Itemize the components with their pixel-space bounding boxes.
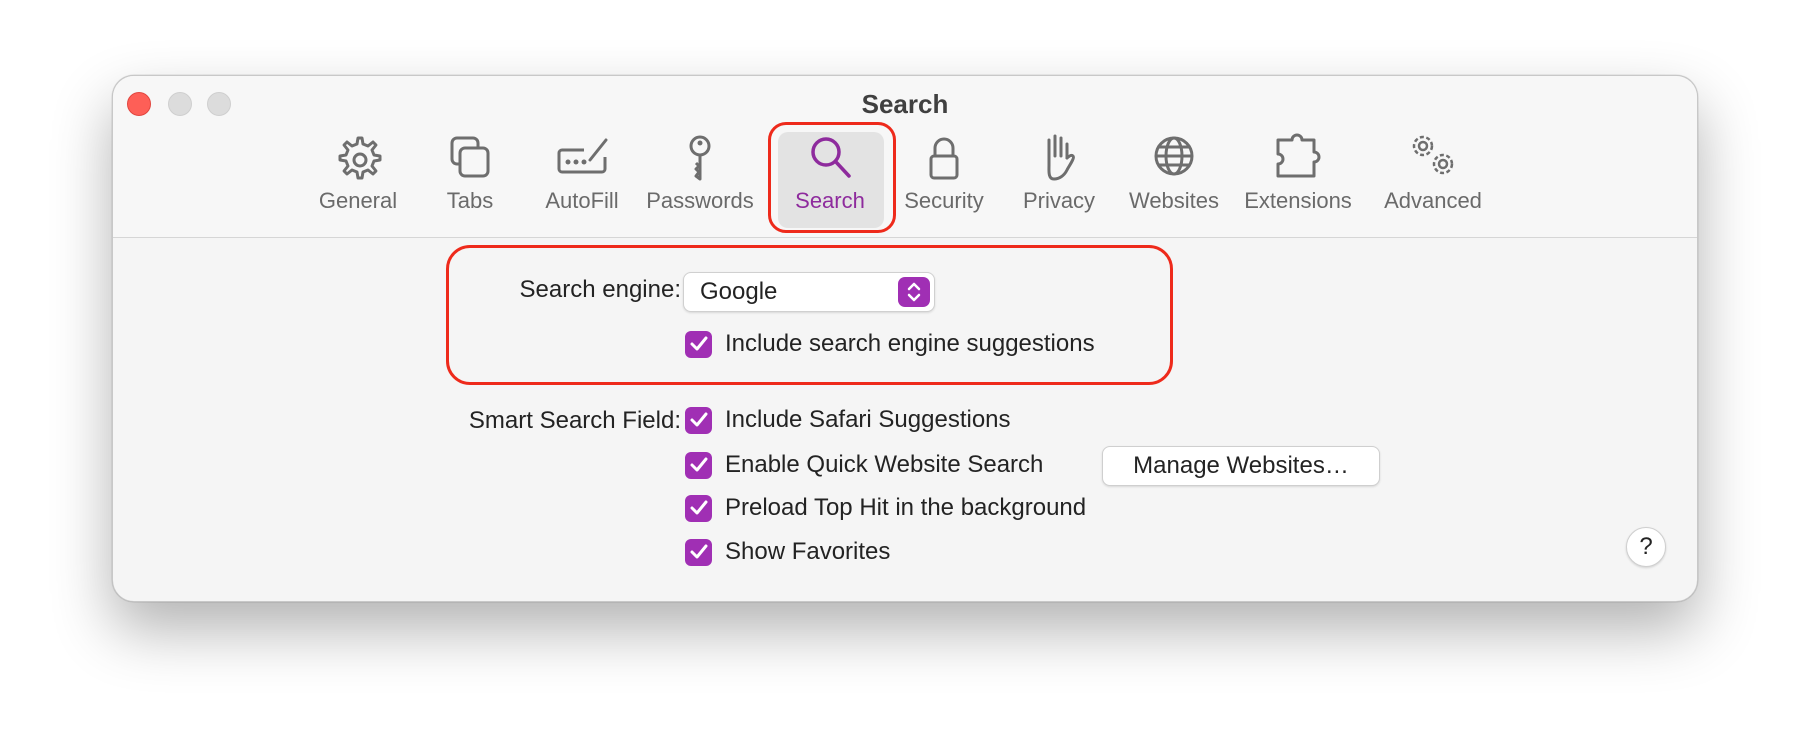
preload-top-hit-option[interactable]: Preload Top Hit in the background	[685, 492, 1086, 524]
checkbox-label: Show Favorites	[725, 538, 891, 565]
checkmark-icon	[690, 457, 707, 472]
highlight-search-engine-group	[446, 245, 1173, 385]
tab-privacy[interactable]: Privacy	[999, 124, 1119, 234]
tab-label: Tabs	[446, 188, 494, 213]
globe-icon	[1154, 136, 1194, 176]
tab-label: Security	[904, 188, 984, 213]
tab-general[interactable]: General	[298, 124, 418, 234]
highlight-search-tab	[768, 122, 896, 233]
gears-icon	[1412, 135, 1454, 175]
lock-icon	[929, 137, 959, 180]
checkmark-icon	[690, 412, 707, 427]
tab-label: Websites	[1128, 188, 1220, 213]
checkmark-icon	[690, 544, 707, 559]
tab-security[interactable]: Security	[884, 124, 1004, 234]
tabs-icon	[450, 136, 490, 178]
gear-icon	[338, 136, 382, 180]
tab-label: Extensions	[1244, 188, 1352, 213]
checkbox[interactable]	[685, 406, 712, 434]
manage-websites-button[interactable]: Manage Websites…	[1102, 446, 1380, 486]
checkbox-label: Preload Top Hit in the background	[725, 494, 1087, 521]
key-icon	[689, 135, 711, 181]
tab-advanced[interactable]: Advanced	[1373, 124, 1493, 234]
checkbox[interactable]	[685, 538, 712, 566]
checkbox[interactable]	[685, 494, 712, 522]
quick-website-search-option[interactable]: Enable Quick Website Search	[685, 449, 1043, 481]
hand-icon	[1047, 134, 1075, 181]
show-favorites-option[interactable]: Show Favorites	[685, 536, 890, 568]
checkbox[interactable]	[685, 451, 712, 479]
tab-tabs[interactable]: Tabs	[410, 124, 530, 234]
tab-label: Passwords	[646, 188, 754, 213]
window-title: Search	[861, 89, 949, 119]
tab-label: AutoFill	[545, 188, 619, 213]
checkbox-label: Enable Quick Website Search	[725, 451, 1044, 478]
tab-extensions[interactable]: Extensions	[1238, 124, 1358, 234]
smart-search-field-label: Smart Search Field:	[468, 407, 681, 434]
autofill-icon	[557, 138, 608, 174]
tab-websites[interactable]: Websites	[1114, 124, 1234, 234]
toolbar: Search General Tabs AutoFill Passwords S…	[113, 76, 1697, 238]
checkmark-icon	[690, 500, 707, 515]
tab-label: General	[318, 188, 398, 213]
help-button[interactable]: ?	[1626, 527, 1666, 567]
tab-autofill[interactable]: AutoFill	[522, 124, 642, 234]
tab-passwords[interactable]: Passwords	[640, 124, 760, 234]
tab-label: Advanced	[1384, 188, 1482, 213]
tab-label: Privacy	[1022, 188, 1096, 213]
preferences-window: Search General Tabs AutoFill Passwords S…	[112, 75, 1698, 602]
safari-suggestions-option[interactable]: Include Safari Suggestions	[685, 404, 1011, 436]
checkbox-label: Include Safari Suggestions	[725, 406, 1011, 433]
puzzle-icon	[1276, 133, 1321, 178]
